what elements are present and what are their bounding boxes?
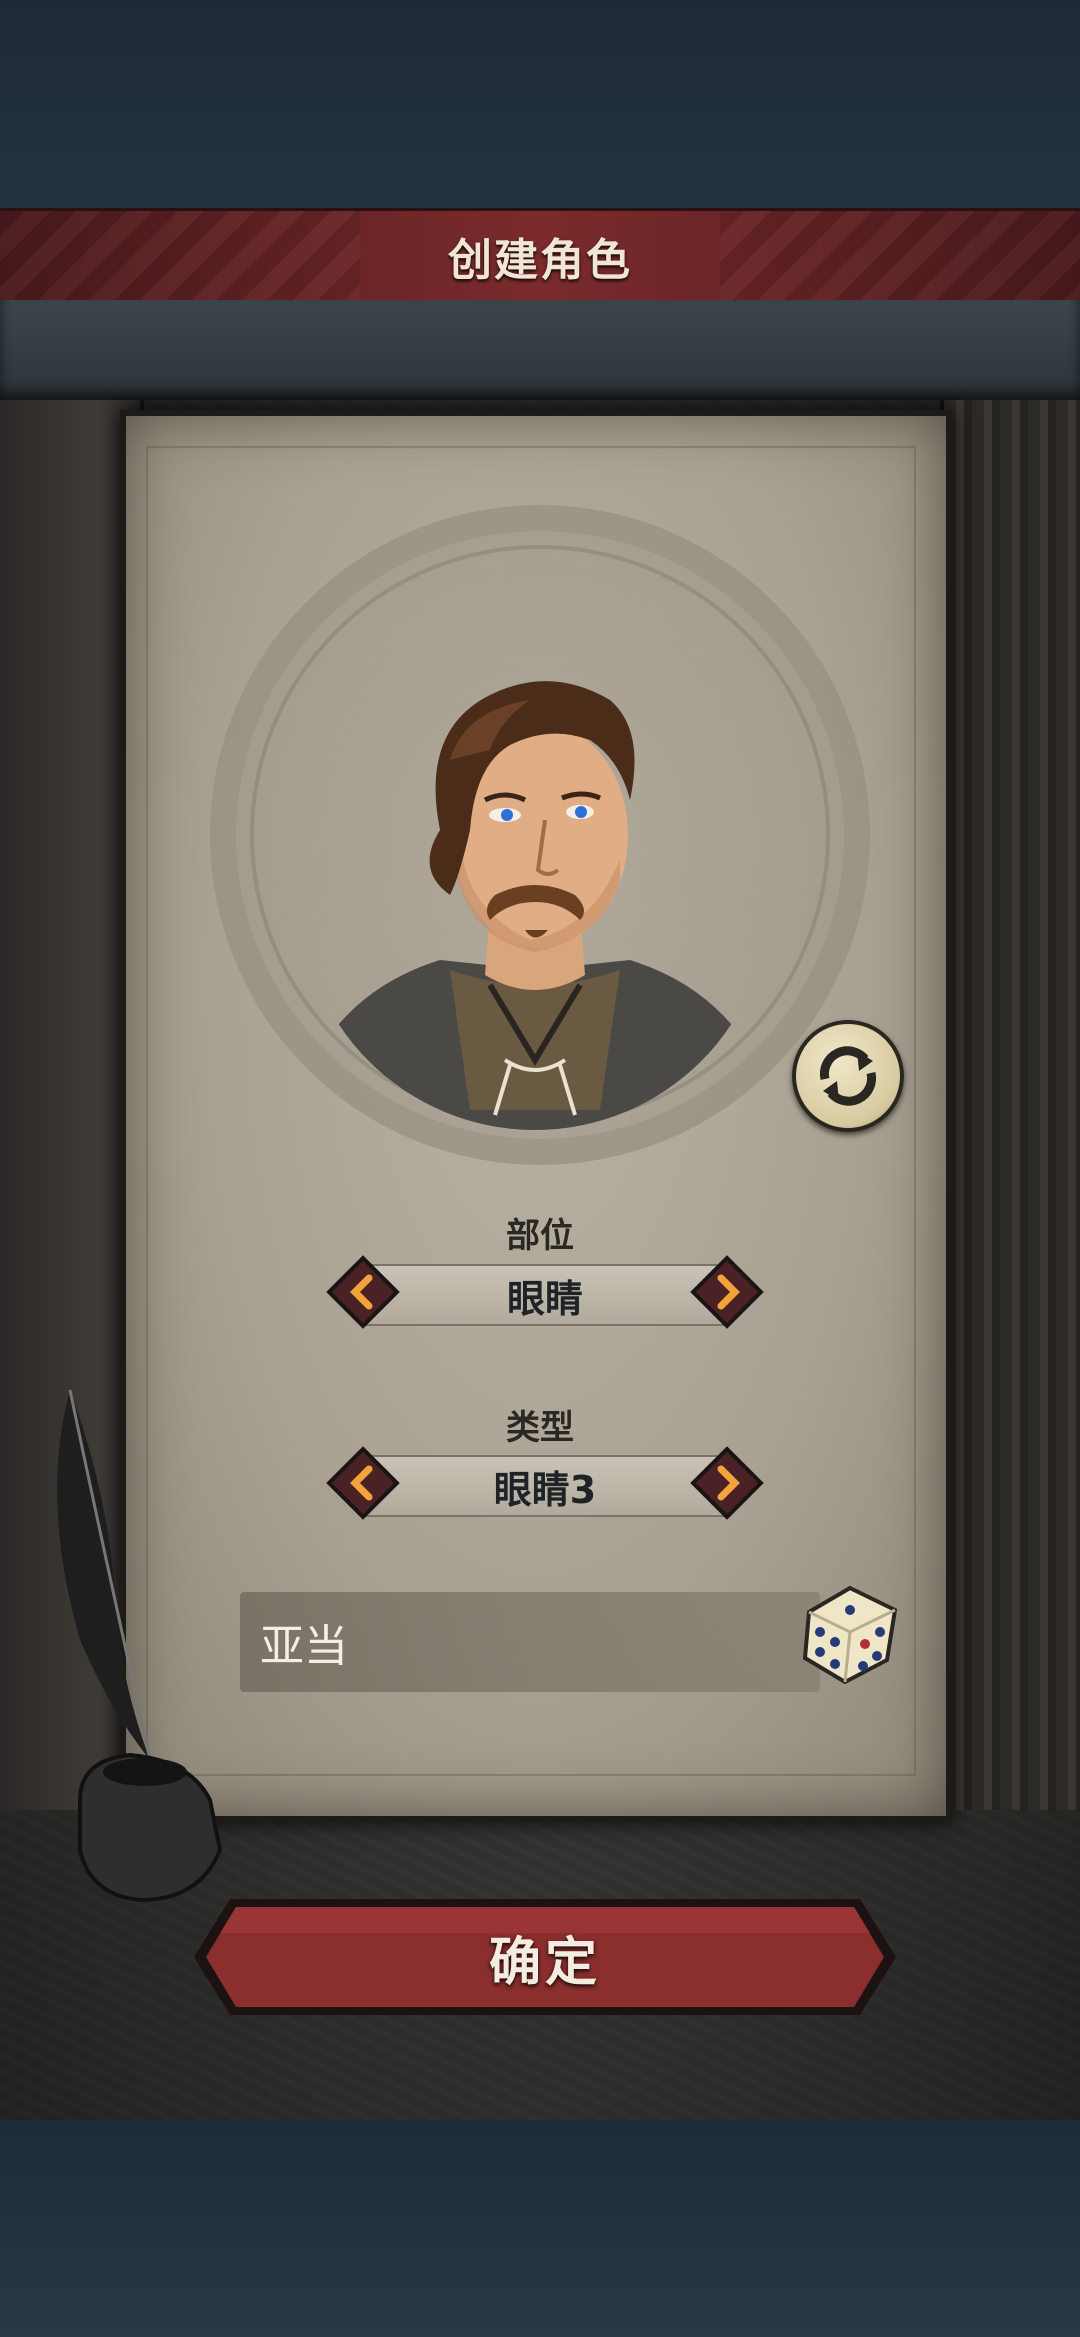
type-next-button[interactable] [689, 1445, 765, 1521]
top-background [0, 0, 1080, 210]
random-name-button[interactable] [795, 1580, 905, 1690]
type-prev-button[interactable] [325, 1445, 401, 1521]
chevron-right-icon [690, 1446, 764, 1520]
character-creation-screen: 创建角色 部位 眼睛 类型 眼睛3 亚当 确定 [0, 0, 1080, 2337]
part-next-button[interactable] [689, 1254, 765, 1330]
type-selector: 眼睛3 [325, 1443, 765, 1525]
quill-icon [57, 1389, 223, 1903]
character-portrait [300, 640, 770, 1130]
chevron-left-icon [326, 1255, 400, 1329]
chevron-left-icon [326, 1446, 400, 1520]
part-prev-button[interactable] [325, 1254, 401, 1330]
confirm-label: 确定 [488, 1932, 601, 1993]
character-portrait-art [300, 681, 770, 1130]
reroll-portrait-button[interactable] [792, 1020, 904, 1132]
quill-inkwell-decoration [20, 1380, 250, 1920]
part-label: 部位 [506, 1216, 574, 1256]
page-title: 创建角色 [448, 235, 632, 286]
character-name-value: 亚当 [260, 1621, 348, 1672]
banner-pattern-right [720, 211, 1080, 301]
confirm-button[interactable]: 确定 [190, 1893, 900, 2021]
dice-icon [802, 1585, 898, 1685]
chevron-right-icon [690, 1255, 764, 1329]
part-selector: 眼睛 [325, 1252, 765, 1334]
bottom-background [0, 2120, 1080, 2337]
title-banner: 创建角色 [0, 208, 1080, 307]
part-value-bar: 眼睛 [365, 1264, 725, 1326]
book-pages-right [940, 400, 1080, 1810]
refresh-icon [819, 1046, 877, 1106]
character-name-input[interactable]: 亚当 [240, 1592, 820, 1692]
part-value: 眼睛 [506, 1276, 583, 1321]
banner-pattern-left [0, 211, 360, 301]
type-value-bar: 眼睛3 [365, 1455, 725, 1517]
type-value: 眼睛3 [493, 1467, 597, 1512]
stone-strip [0, 300, 1080, 400]
